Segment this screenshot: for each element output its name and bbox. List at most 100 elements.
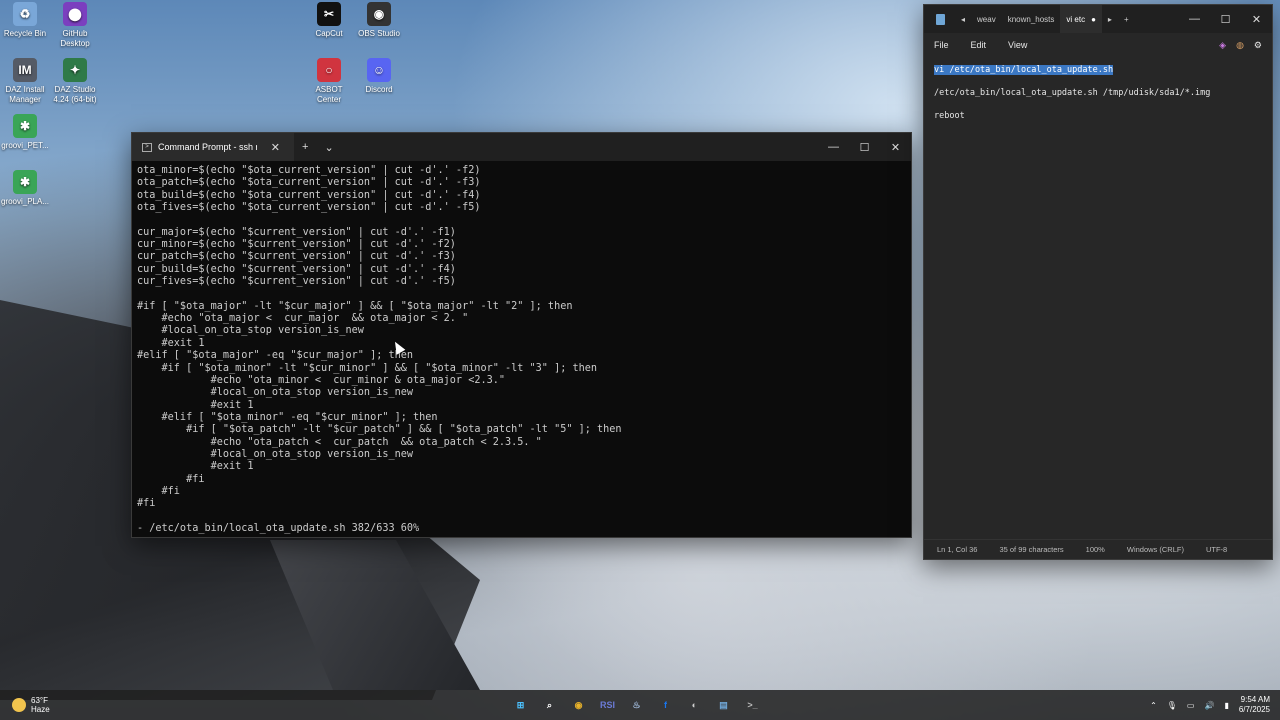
- menu-view[interactable]: View: [1008, 40, 1027, 50]
- terminal-line: cur_patch=$(echo "$current_version" | cu…: [137, 251, 456, 263]
- daz-install-manager-icon: IM: [13, 58, 37, 82]
- steam-icon[interactable]: ♨: [627, 696, 646, 715]
- notepad-tab-label: vi etc: [1066, 14, 1086, 24]
- notepad-editor[interactable]: vi /etc/ota_bin/local_ota_update.sh/etc/…: [924, 57, 1272, 142]
- copilot-icon[interactable]: ◈: [1219, 40, 1226, 51]
- desktop-icon[interactable]: ☺ Discord: [346, 58, 412, 95]
- groovi-pla-icon: ✱: [13, 170, 37, 194]
- close-tab-icon[interactable]: ✕: [263, 141, 288, 154]
- notepad-statusbar: Ln 1, Col 36 35 of 99 characters 100% Wi…: [924, 539, 1272, 559]
- notepad-tab[interactable]: weav: [971, 15, 1002, 24]
- desktop-icon-label: OBS Studio: [358, 29, 400, 38]
- editor-line: /etc/ota_bin/local_ota_update.sh /tmp/ud…: [934, 88, 1262, 111]
- maximize-button[interactable]: ☐: [1210, 13, 1241, 26]
- battery-icon[interactable]: ▮: [1224, 701, 1228, 710]
- github-desktop-icon: ⬤: [63, 2, 87, 26]
- tab-dropdown-button[interactable]: ⌄: [316, 141, 341, 154]
- terminal-line: ota_minor=$(echo "$ota_current_version" …: [137, 165, 481, 176]
- terminal-line: #fi: [137, 485, 180, 497]
- notepad-tab-active[interactable]: vi etc ●: [1060, 5, 1102, 33]
- microphone-icon[interactable]: 🎙: [1167, 701, 1177, 710]
- terminal-line: #echo "ota_major < cur_major && ota_majo…: [137, 313, 469, 325]
- system-tray: ⌃ 🎙 ▭ 🔊 ▮ 9:54 AM 6/7/2025: [1150, 695, 1270, 715]
- encoding: UTF-8: [1205, 545, 1228, 554]
- desktop-icon[interactable]: ✱ groovi_PLA...: [0, 170, 58, 207]
- notepad-icon: [936, 13, 945, 25]
- terminal-icon[interactable]: >_: [743, 696, 762, 715]
- terminal-line: #elif [ "$ota_minor" -eq "$cur_minor" ];…: [137, 411, 438, 423]
- network-icon[interactable]: ▭: [1187, 701, 1195, 710]
- scroll-right-icon[interactable]: ▸: [1102, 15, 1118, 24]
- obs-studio-icon: ◉: [367, 2, 391, 26]
- cmd-titlebar[interactable]: > Command Prompt - ssh root ✕ + ⌄ — ☐ ✕: [132, 133, 911, 161]
- terminal-line: #local_on_ota_stop version_is_new: [137, 448, 414, 460]
- clock[interactable]: 9:54 AM 6/7/2025: [1239, 695, 1270, 715]
- terminal-line: cur_fives=$(echo "$current_version" | cu…: [137, 276, 456, 288]
- terminal-line: #fi: [137, 498, 156, 510]
- desktop-icon-label: Discord: [365, 85, 393, 94]
- facebook-icon[interactable]: f: [656, 696, 675, 715]
- minimize-button[interactable]: —: [1179, 13, 1210, 26]
- maximize-button[interactable]: ☐: [849, 141, 880, 154]
- capcut-icon: ✂: [317, 2, 341, 26]
- new-tab-button[interactable]: +: [294, 141, 316, 153]
- menu-file[interactable]: File: [934, 40, 949, 50]
- notepad-window[interactable]: ◂ weav known_hosts vi etc ● ▸ + — ☐ ✕ Fi…: [923, 4, 1273, 560]
- terminal-line: #exit 1: [137, 399, 254, 411]
- rsi-launcher-icon[interactable]: RSI: [598, 696, 617, 715]
- taskbar-apps: ⊞ ⌕ ◉ RSI ♨ f ◐ ▤ >_: [511, 696, 762, 715]
- desktop-icon-label: groovi_PET...: [1, 141, 49, 150]
- asbot-center-icon: ○: [317, 58, 341, 82]
- taskbar: 63°F Haze ⊞ ⌕ ◉ RSI ♨ f ◐ ▤ >_ ⌃ 🎙 ▭ 🔊 ▮ 9:54 AM…: [0, 690, 1280, 720]
- terminal-line: #echo "ota_patch < cur_patch && ota_patc…: [137, 436, 542, 448]
- account-avatar[interactable]: ◍: [1236, 40, 1244, 51]
- terminal-line: #elif [ "$ota_major" -eq "$cur_major" ];…: [137, 350, 414, 362]
- terminal-line: #fi: [137, 473, 205, 485]
- notepad-menubar: File Edit View ◈ ◍ ⚙: [924, 33, 1272, 57]
- github-icon[interactable]: ◐: [685, 696, 704, 715]
- close-button[interactable]: ✕: [880, 141, 911, 154]
- start-button[interactable]: ⊞: [511, 696, 530, 715]
- terminal-line: cur_major=$(echo "$current_version" | cu…: [137, 226, 456, 238]
- weather-desc: Haze: [31, 705, 50, 714]
- chrome-icon[interactable]: ◉: [569, 696, 588, 715]
- desktop-icon[interactable]: ✱ groovi_PET...: [0, 114, 58, 151]
- terminal-line: #if [ "$ota_minor" -lt "$cur_minor" ] &&…: [137, 362, 598, 374]
- notepad-icon[interactable]: ▤: [714, 696, 733, 715]
- editor-line: reboot: [934, 111, 1262, 134]
- settings-gear-icon[interactable]: ⚙: [1254, 40, 1262, 51]
- minimize-button[interactable]: —: [818, 141, 849, 154]
- selection-count: 35 of 99 characters: [999, 545, 1064, 554]
- desktop-icon-label: GitHub Desktop: [60, 29, 90, 48]
- desktop-icon[interactable]: ✦ DAZ Studio 4.24 (64-bit): [42, 58, 108, 105]
- chevron-up-icon[interactable]: ⌃: [1150, 701, 1157, 710]
- terminal-output[interactable]: ota_minor=$(echo "$ota_current_version" …: [132, 161, 911, 539]
- terminal-line: #local_on_ota_stop version_is_new: [137, 387, 414, 399]
- terminal-line: cur_minor=$(echo "$current_version" | cu…: [137, 239, 456, 251]
- close-button[interactable]: ✕: [1241, 13, 1272, 26]
- notepad-new-tab-button[interactable]: +: [1118, 15, 1135, 24]
- terminal-line: #exit 1: [137, 461, 254, 473]
- desktop-icon[interactable]: ⬤ GitHub Desktop: [42, 2, 108, 49]
- vi-status-line: - /etc/ota_bin/local_ota_update.sh 382/6…: [137, 522, 420, 534]
- command-prompt-window[interactable]: > Command Prompt - ssh root ✕ + ⌄ — ☐ ✕ …: [131, 132, 912, 538]
- weather-widget[interactable]: 63°F Haze: [0, 696, 50, 714]
- weather-temp: 63°F: [31, 696, 48, 705]
- terminal-line: #if [ "$ota_patch" -lt "$cur_patch" ] &&…: [137, 424, 622, 436]
- search-icon[interactable]: ⌕: [540, 696, 559, 715]
- terminal-line: #exit 1: [137, 337, 205, 349]
- unsaved-dot-icon: ●: [1091, 14, 1096, 24]
- desktop-icon[interactable]: ◉ OBS Studio: [346, 2, 412, 39]
- scroll-left-icon[interactable]: ◂: [955, 15, 971, 24]
- notepad-titlebar[interactable]: ◂ weav known_hosts vi etc ● ▸ + — ☐ ✕: [924, 5, 1272, 33]
- volume-icon[interactable]: 🔊: [1204, 701, 1214, 710]
- daz-studio-icon: ✦: [63, 58, 87, 82]
- clock-date: 6/7/2025: [1238, 705, 1270, 714]
- terminal-line: ota_patch=$(echo "$ota_current_version" …: [137, 177, 481, 189]
- menu-edit[interactable]: Edit: [971, 40, 987, 50]
- notepad-tab[interactable]: known_hosts: [1002, 15, 1061, 24]
- cmd-tab-title: Command Prompt - ssh root: [158, 142, 257, 152]
- cmd-tab[interactable]: > Command Prompt - ssh root ✕: [132, 133, 294, 161]
